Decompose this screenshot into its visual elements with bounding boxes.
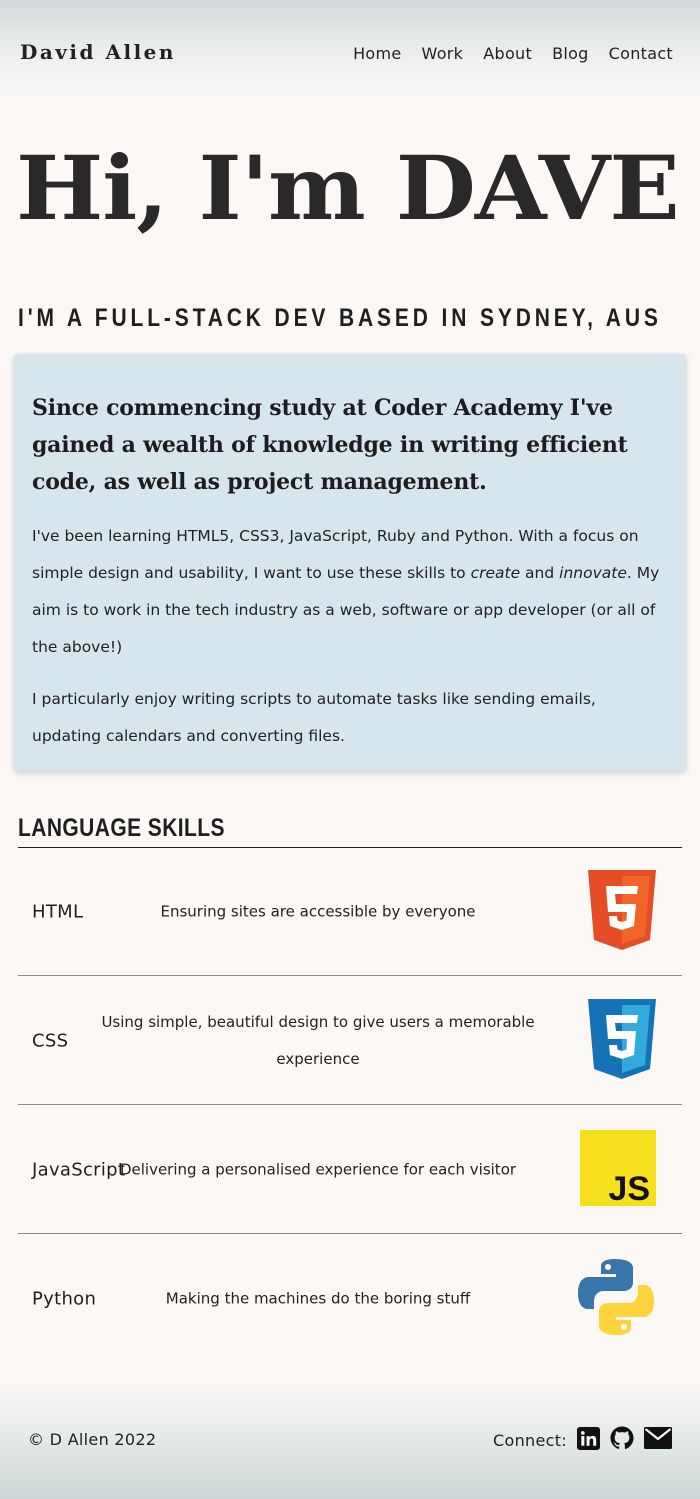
skill-description: Making the machines do the boring stuff bbox=[165, 1289, 471, 1308]
skill-row-css: CSS Using simple, beautiful design to gi… bbox=[18, 977, 682, 1105]
skill-row-python: Python Making the machines do the boring… bbox=[18, 1235, 682, 1363]
nav-contact-link[interactable]: Contact bbox=[609, 44, 673, 63]
emphasis-create: create bbox=[470, 564, 521, 582]
svg-text:JS: JS bbox=[608, 1170, 650, 1206]
html5-icon bbox=[586, 869, 658, 954]
main-nav: Home Work About Blog Contact bbox=[353, 44, 673, 63]
skill-row-html: HTML Ensuring sites are accessible by ev… bbox=[18, 848, 682, 976]
javascript-icon: JS bbox=[580, 1129, 656, 1210]
skill-description: Ensuring sites are accessible by everyon… bbox=[160, 902, 476, 920]
css3-icon bbox=[586, 998, 658, 1083]
hero-subtitle: I'M A FULL-STACK DEV BASED IN SYDNEY, AU… bbox=[18, 304, 662, 332]
github-icon[interactable] bbox=[610, 1426, 634, 1454]
intro-card: Since commencing study at Coder Academy … bbox=[14, 354, 686, 771]
nav-about-link[interactable]: About bbox=[483, 44, 532, 63]
skill-row-javascript: JavaScript Delivering a personalised exp… bbox=[18, 1106, 682, 1234]
python-icon bbox=[576, 1257, 656, 1341]
intro-lead: Since commencing study at Coder Academy … bbox=[32, 395, 628, 495]
emphasis-innovate: innovate bbox=[559, 564, 627, 582]
email-icon[interactable] bbox=[644, 1427, 672, 1453]
site-header: David Allen Home Work About Blog Contact bbox=[0, 0, 700, 110]
skill-description: Using simple, beautiful design to give u… bbox=[101, 1012, 535, 1068]
site-footer: © D Allen 2022 Connect: bbox=[0, 1380, 700, 1499]
nav-blog-link[interactable]: Blog bbox=[552, 44, 589, 63]
linkedin-icon[interactable] bbox=[577, 1426, 600, 1454]
skills-heading: LANGUAGE SKILLS bbox=[18, 814, 225, 842]
copyright-text: © D Allen 2022 bbox=[28, 1430, 157, 1449]
skill-name: CSS bbox=[32, 1030, 69, 1051]
nav-home-link[interactable]: Home bbox=[353, 44, 401, 63]
nav-work-link[interactable]: Work bbox=[422, 44, 464, 63]
skill-name: HTML bbox=[32, 901, 84, 922]
intro-paragraph-1: I've been learning HTML5, CSS3, JavaScri… bbox=[32, 527, 660, 656]
connect-label: Connect: bbox=[493, 1430, 567, 1450]
hero-title: Hi, I'm DAVE bbox=[16, 136, 680, 240]
intro-paragraph-2: I particularly enjoy writing scripts to … bbox=[32, 690, 596, 745]
site-logo[interactable]: David Allen bbox=[20, 40, 176, 64]
skill-description: Delivering a personalised experience for… bbox=[119, 1160, 517, 1178]
connect-links: Connect: bbox=[493, 1426, 672, 1454]
